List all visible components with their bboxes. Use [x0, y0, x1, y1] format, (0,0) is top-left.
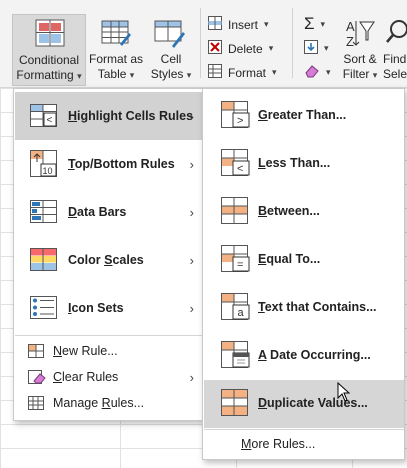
- menu-item-data-bars[interactable]: Data Bars ›: [15, 188, 203, 236]
- delete-label: Delete: [228, 41, 263, 56]
- chevron-down-icon: ▾: [129, 70, 135, 80]
- submenu-item-between[interactable]: Between...: [204, 188, 404, 236]
- conditional-formatting-label-1: Conditional: [18, 53, 80, 67]
- color-scales-icon: [30, 248, 58, 275]
- cell-styles-button[interactable]: Cell Styles ▾: [146, 14, 196, 86]
- chevron-right-icon: ›: [189, 156, 194, 172]
- svg-text:A: A: [346, 19, 355, 34]
- find-select-button[interactable]: Find Select: [382, 14, 407, 86]
- svg-text:10: 10: [43, 166, 53, 176]
- sort-filter-icon: A Z: [344, 18, 376, 51]
- chevron-down-icon: ▾: [272, 67, 277, 77]
- svg-text:>: >: [237, 115, 243, 127]
- eraser-icon: [304, 64, 320, 81]
- sigma-icon: Σ: [304, 14, 315, 33]
- submenu-item-date-occurring[interactable]: A Date Occurring...: [204, 332, 404, 380]
- data-bars-icon: [30, 200, 58, 227]
- chevron-down-icon: ▾: [320, 18, 326, 29]
- submenu-separator: [204, 429, 404, 430]
- conditional-formatting-button[interactable]: Conditional Formatting ▾: [12, 14, 86, 86]
- submenu-item-greater-than[interactable]: > Greater Than...: [204, 92, 404, 140]
- submenu-item-equal-to[interactable]: = Equal To...: [204, 236, 404, 284]
- chevron-right-icon: ›: [189, 300, 194, 316]
- conditional-formatting-label-2: Formatting: [16, 68, 74, 82]
- svg-text:=: =: [237, 259, 243, 271]
- less-than-icon: <: [221, 149, 251, 180]
- chevron-right-icon: ›: [189, 204, 194, 220]
- clear-button[interactable]: ▾: [304, 64, 331, 81]
- format-label: Format: [228, 65, 267, 80]
- sort-filter-label-2: Filter: [342, 67, 370, 81]
- date-occurring-icon: [221, 341, 251, 372]
- ribbon: Conditional Formatting ▾ Format as Table…: [0, 0, 407, 88]
- chevron-right-icon: ›: [189, 252, 194, 268]
- submenu-item-text-that-contains[interactable]: a Text that Contains...: [204, 284, 404, 332]
- chevron-down-icon: ▾: [77, 71, 82, 81]
- chevron-down-icon: ▾: [372, 70, 378, 80]
- menu-item-top-bottom-rules[interactable]: 10 Top/Bottom Rules ›: [15, 140, 203, 188]
- delete-icon: [208, 40, 222, 57]
- fill-button[interactable]: ▾: [304, 40, 329, 57]
- insert-icon: [208, 16, 222, 33]
- highlight-cells-icon: <: [30, 104, 58, 131]
- menu-separator: [15, 335, 203, 336]
- chevron-down-icon: ▾: [264, 19, 269, 29]
- more-rules-item[interactable]: More Rules...: [241, 437, 315, 451]
- menu-item-manage-rules[interactable]: Manage Rules...: [15, 390, 203, 416]
- submenu-item-less-than[interactable]: < Less Than...: [204, 140, 404, 188]
- top-bottom-icon: 10: [30, 150, 58, 181]
- submenu-item-duplicate-values[interactable]: Duplicate Values...: [204, 380, 404, 428]
- format-button[interactable]: Format ▾: [208, 64, 277, 81]
- conditional-formatting-icon: [35, 19, 65, 50]
- find-select-label-1: Find: [383, 52, 407, 66]
- mouse-cursor-icon: [337, 381, 351, 407]
- highlight-cells-rules-submenu: > Greater Than... < Less Than... Between…: [202, 88, 405, 460]
- chevron-down-icon: ▾: [326, 67, 331, 77]
- svg-text:<: <: [47, 115, 53, 126]
- menu-item-clear-rules[interactable]: Clear Rules ›: [15, 364, 203, 390]
- menu-item-icon-sets[interactable]: Icon Sets ›: [15, 284, 203, 332]
- svg-text:<: <: [237, 163, 243, 175]
- fill-down-icon: [304, 40, 318, 57]
- format-icon: [208, 64, 222, 81]
- new-rule-icon: [28, 344, 44, 361]
- find-select-label-2: Select: [383, 67, 407, 81]
- menu-item-color-scales[interactable]: Color Scales ›: [15, 236, 203, 284]
- manage-rules-icon: [28, 396, 44, 413]
- insert-button[interactable]: Insert ▾: [208, 16, 269, 33]
- chevron-down-icon: ▾: [268, 43, 274, 53]
- chevron-right-icon: ›: [189, 108, 194, 124]
- chevron-down-icon: ▾: [324, 43, 329, 53]
- insert-label: Insert: [228, 17, 259, 32]
- menu-item-highlight-cells-rules[interactable]: < Highlight Cells Rules ›: [15, 92, 203, 140]
- between-icon: [221, 197, 251, 228]
- duplicate-values-icon: [221, 389, 251, 420]
- delete-button[interactable]: Delete ▾: [208, 40, 273, 57]
- cell-styles-label-2: Styles: [150, 67, 184, 81]
- greater-than-icon: >: [221, 101, 251, 132]
- format-as-table-button[interactable]: Format as Table ▾: [88, 14, 144, 86]
- ribbon-separator: [200, 8, 201, 78]
- sort-filter-button[interactable]: A Z Sort & Filter ▾: [338, 14, 382, 86]
- sort-filter-label-1: Sort &: [343, 52, 377, 66]
- ribbon-separator: [292, 8, 293, 78]
- format-as-table-label-1: Format as: [88, 52, 143, 66]
- icon-sets-icon: [30, 296, 58, 323]
- svg-text:Z: Z: [346, 34, 354, 48]
- format-as-table-icon: [101, 20, 131, 49]
- chevron-right-icon: ›: [189, 369, 194, 385]
- autosum-button[interactable]: Σ ▾: [304, 14, 325, 34]
- cell-styles-label-1: Cell: [160, 52, 182, 66]
- menu-item-new-rule[interactable]: New Rule...: [15, 338, 203, 364]
- clear-rules-icon: [28, 370, 46, 387]
- svg-text:a: a: [238, 307, 245, 319]
- text-contains-icon: a: [221, 293, 251, 324]
- equal-to-icon: =: [221, 245, 251, 276]
- conditional-formatting-menu: < Highlight Cells Rules › 10 Top/Bottom …: [13, 88, 204, 421]
- cell-styles-icon: [154, 20, 186, 51]
- format-as-table-label-2: Table: [97, 67, 127, 81]
- chevron-down-icon: ▾: [186, 70, 192, 80]
- magnifier-icon: [384, 18, 407, 51]
